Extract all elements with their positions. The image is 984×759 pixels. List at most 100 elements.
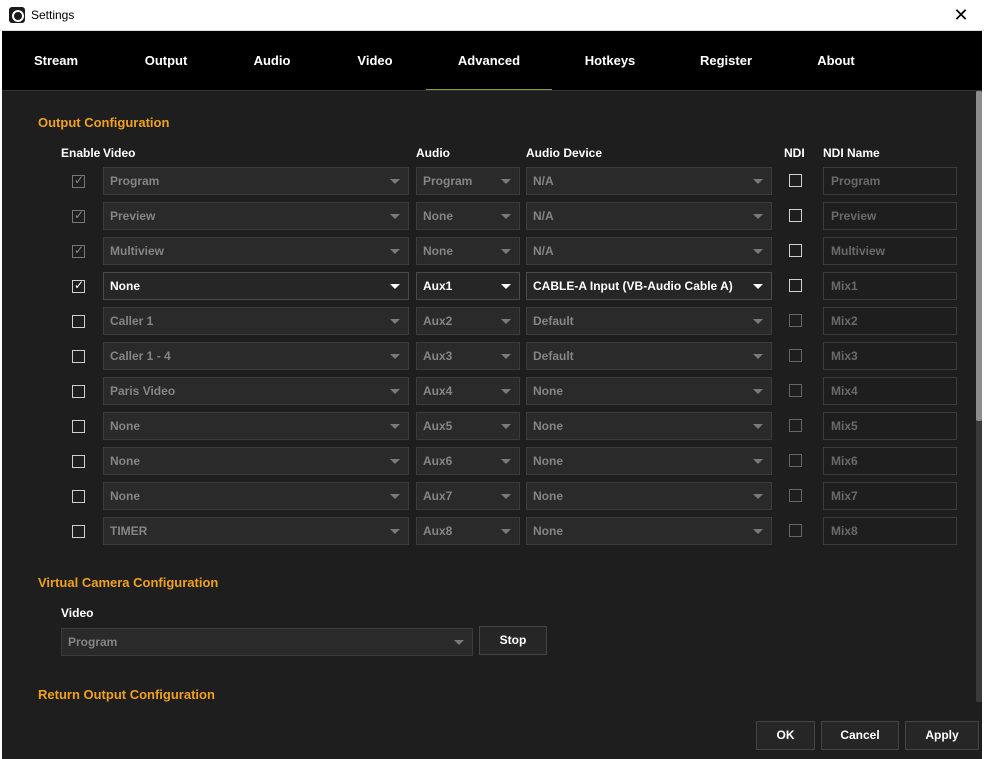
video-select[interactable]: Caller 1 - 4 <box>103 342 409 370</box>
ndi-checkbox[interactable] <box>789 524 802 537</box>
audio-select[interactable]: None <box>416 237 520 265</box>
video-select[interactable]: Paris Video <box>103 377 409 405</box>
ndi-name-input[interactable]: Program <box>823 167 957 195</box>
ndi-checkbox[interactable] <box>789 419 802 432</box>
audio-device-select[interactable]: None <box>526 377 772 405</box>
enable-checkbox[interactable]: ✓ <box>72 208 85 223</box>
ndi-name-input[interactable]: Mix3 <box>823 342 957 370</box>
tab-audio[interactable]: Audio <box>222 31 322 90</box>
chevron-down-icon <box>501 179 511 184</box>
video-select[interactable]: TIMER <box>103 517 409 545</box>
video-select[interactable]: None <box>103 447 409 475</box>
audio-device-select[interactable]: Default <box>526 342 772 370</box>
apply-button[interactable]: Apply <box>905 721 979 750</box>
enable-checkbox[interactable] <box>72 420 85 433</box>
audio-device-select[interactable]: None <box>526 447 772 475</box>
audio-device-value: None <box>533 454 563 468</box>
audio-select[interactable]: Aux7 <box>416 482 520 510</box>
ndi-name-input[interactable]: Mix8 <box>823 517 957 545</box>
audio-device-select[interactable]: None <box>526 482 772 510</box>
ndi-checkbox[interactable] <box>789 454 802 467</box>
enable-checkbox[interactable] <box>72 385 85 398</box>
audio-device-value: N/A <box>533 174 554 188</box>
audio-select[interactable]: Aux4 <box>416 377 520 405</box>
ndi-name-input[interactable]: Mix1 <box>823 272 957 300</box>
ndi-checkbox[interactable] <box>789 314 802 327</box>
enable-checkbox[interactable] <box>72 315 85 328</box>
ok-button[interactable]: OK <box>756 721 815 750</box>
output-row: None Aux7 None Mix7 <box>2 482 972 512</box>
ndi-name-input[interactable]: Mix6 <box>823 447 957 475</box>
audio-select[interactable]: None <box>416 202 520 230</box>
enable-checkbox[interactable]: ✓ <box>72 278 85 293</box>
audio-select[interactable]: Aux3 <box>416 342 520 370</box>
ndi-name-input[interactable]: Preview <box>823 202 957 230</box>
ndi-checkbox[interactable] <box>789 384 802 397</box>
tab-output[interactable]: Output <box>110 31 222 90</box>
video-value: None <box>110 489 140 503</box>
audio-select[interactable]: Aux6 <box>416 447 520 475</box>
enable-checkbox[interactable] <box>72 490 85 503</box>
tab-register[interactable]: Register <box>668 31 784 90</box>
ndi-name-input[interactable]: Mix5 <box>823 412 957 440</box>
audio-select[interactable]: Aux2 <box>416 307 520 335</box>
tab-hotkeys[interactable]: Hotkeys <box>552 31 668 90</box>
video-select[interactable]: Preview <box>103 202 409 230</box>
video-select[interactable]: None <box>103 272 409 300</box>
audio-select[interactable]: Aux5 <box>416 412 520 440</box>
output-row: None Aux5 None Mix5 <box>2 412 972 442</box>
chevron-down-icon <box>501 459 511 464</box>
virtual-camera-video-select[interactable]: Program <box>61 628 473 656</box>
audio-device-select[interactable]: Default <box>526 307 772 335</box>
cancel-button[interactable]: Cancel <box>821 721 899 750</box>
tab-about[interactable]: About <box>784 31 888 90</box>
tab-stream[interactable]: Stream <box>2 31 110 90</box>
audio-device-select[interactable]: None <box>526 412 772 440</box>
enable-checkbox[interactable] <box>72 350 85 363</box>
video-value: Preview <box>110 209 156 223</box>
audio-device-value: CABLE-A Input (VB-Audio Cable A) <box>533 279 733 293</box>
video-select[interactable]: Program <box>103 167 409 195</box>
chevron-down-icon <box>501 424 511 429</box>
app-logo-icon <box>9 7 25 23</box>
ndi-checkbox[interactable] <box>789 279 802 292</box>
video-select[interactable]: Caller 1 <box>103 307 409 335</box>
video-select[interactable]: None <box>103 412 409 440</box>
video-value: Caller 1 - 4 <box>110 349 171 363</box>
video-select[interactable]: Multiview <box>103 237 409 265</box>
ndi-checkbox[interactable] <box>789 489 802 502</box>
ndi-name-input[interactable]: Mix2 <box>823 307 957 335</box>
audio-select[interactable]: Program <box>416 167 520 195</box>
ndi-name-input[interactable]: Multiview <box>823 237 957 265</box>
audio-device-select[interactable]: N/A <box>526 167 772 195</box>
chevron-down-icon <box>753 319 763 324</box>
enable-checkbox[interactable] <box>72 455 85 468</box>
stop-button[interactable]: Stop <box>479 626 547 655</box>
tab-advanced[interactable]: Advanced <box>426 31 552 90</box>
audio-device-select[interactable]: N/A <box>526 237 772 265</box>
close-icon[interactable]: ✕ <box>938 0 984 31</box>
enable-checkbox[interactable] <box>72 525 85 538</box>
video-select[interactable]: None <box>103 482 409 510</box>
enable-checkbox[interactable]: ✓ <box>72 243 85 258</box>
video-value: None <box>110 419 140 433</box>
chevron-down-icon <box>753 459 763 464</box>
audio-device-select[interactable]: N/A <box>526 202 772 230</box>
audio-device-value: None <box>533 524 563 538</box>
chevron-down-icon <box>753 284 763 289</box>
audio-device-select[interactable]: None <box>526 517 772 545</box>
ndi-name-input[interactable]: Mix7 <box>823 482 957 510</box>
ndi-name-input[interactable]: Mix4 <box>823 377 957 405</box>
audio-value: Aux1 <box>423 279 453 293</box>
tab-video[interactable]: Video <box>322 31 428 90</box>
output-row: Paris Video Aux4 None Mix4 <box>2 377 972 407</box>
audio-select[interactable]: Aux8 <box>416 517 520 545</box>
ndi-checkbox[interactable] <box>789 209 802 222</box>
enable-checkbox[interactable]: ✓ <box>72 173 85 188</box>
ndi-checkbox[interactable] <box>789 174 802 187</box>
audio-select[interactable]: Aux1 <box>416 272 520 300</box>
audio-device-select[interactable]: CABLE-A Input (VB-Audio Cable A) <box>526 272 772 300</box>
ndi-checkbox[interactable] <box>789 349 802 362</box>
scrollbar-thumb[interactable] <box>976 91 982 421</box>
ndi-checkbox[interactable] <box>789 244 802 257</box>
